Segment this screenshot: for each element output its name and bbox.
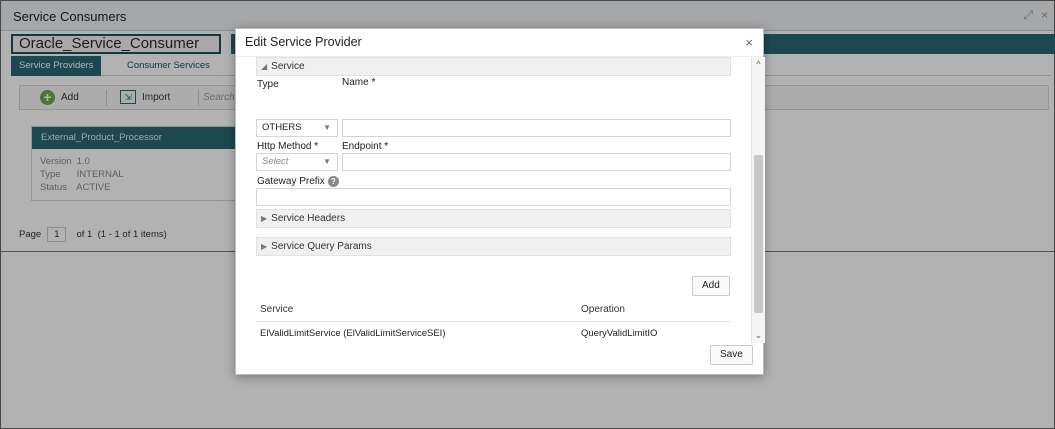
dialog-body: ◢ Service Type Name * OTHERS ▼ Http Method… [236, 57, 765, 343]
gateway-prefix-label: Gateway Prefix? [257, 176, 339, 187]
service-section-label: Service [271, 61, 305, 72]
row-operation: QueryValidLimitIO [581, 328, 658, 339]
http-method-select[interactable]: Select ▼ [256, 153, 338, 171]
dialog-footer: Save [236, 343, 765, 376]
expand-triangle-icon: ▶ [261, 214, 268, 223]
service-query-params-section[interactable]: ▶ Service Query Params [256, 237, 731, 256]
required-marker: * [314, 141, 319, 152]
dialog-title: Edit Service Provider [245, 35, 362, 49]
chevron-down-icon: ▼ [323, 157, 331, 166]
close-icon[interactable]: × [745, 35, 753, 50]
dialog-header: Edit Service Provider × [236, 29, 763, 57]
scroll-down-icon[interactable]: ⌄ [752, 330, 765, 341]
type-label: Type [257, 79, 279, 90]
table-header: Service Operation [256, 298, 731, 322]
service-headers-section[interactable]: ▶ Service Headers [256, 209, 731, 228]
collapse-triangle-icon: ◢ [261, 62, 268, 71]
service-headers-label: Service Headers [271, 213, 346, 224]
dialog-scrollbar[interactable]: ^ ⌄ [751, 57, 765, 343]
service-section-header[interactable]: ◢ Service [256, 57, 731, 76]
column-header-service: Service [260, 304, 294, 315]
add-button[interactable]: Add [692, 276, 730, 296]
row-service: ElValidLimitService (ElValidLimitService… [260, 328, 446, 339]
table-row[interactable]: ElValidLimitService (ElValidLimitService… [256, 322, 731, 343]
column-header-operation: Operation [581, 304, 625, 315]
name-label: Name * [342, 77, 376, 88]
gateway-prefix-input[interactable] [256, 188, 731, 206]
type-select[interactable]: OTHERS ▼ [256, 119, 338, 137]
save-button[interactable]: Save [710, 345, 753, 365]
scroll-up-icon[interactable]: ^ [752, 59, 765, 69]
endpoint-label: Endpoint * [342, 141, 389, 152]
name-input[interactable] [342, 119, 731, 137]
edit-service-provider-dialog: Edit Service Provider × ◢ Service Type Na… [235, 28, 765, 376]
required-marker: * [384, 141, 389, 152]
expand-triangle-icon: ▶ [261, 242, 268, 251]
service-query-params-label: Service Query Params [271, 241, 372, 252]
help-icon[interactable]: ? [327, 176, 339, 187]
required-marker: * [371, 77, 376, 88]
http-method-label: Http Method * [257, 141, 319, 152]
chevron-down-icon: ▼ [323, 123, 331, 132]
endpoint-input[interactable] [342, 153, 731, 171]
scrollbar-thumb[interactable] [754, 155, 763, 313]
